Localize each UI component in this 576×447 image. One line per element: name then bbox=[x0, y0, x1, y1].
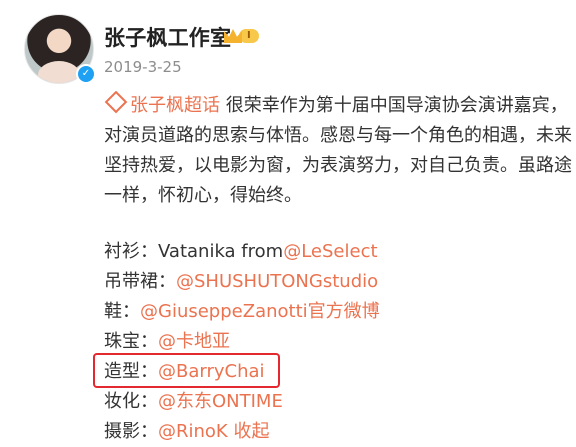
credits-list: 衬衫：Vatanika from@LeSelect 吊带裙：@SHUSHUTON… bbox=[104, 237, 574, 447]
credit-label: 珠宝： bbox=[104, 331, 158, 352]
mention-link[interactable]: @RinoK 收起 bbox=[158, 421, 269, 442]
highlight-annotation-box bbox=[93, 353, 280, 388]
credit-label: 妆化： bbox=[104, 391, 158, 412]
super-topic-link[interactable]: 张子枫超话 bbox=[130, 95, 220, 116]
credit-row: 妆化：@东东ONTIME bbox=[104, 387, 574, 417]
post-line-1: 张子枫超话 很荣幸作为第十届中国导演协会演讲嘉宾， bbox=[104, 91, 574, 121]
post-line-4: 一样，怀初心，得始终。 bbox=[104, 185, 302, 206]
credit-prefix: Vatanika from bbox=[158, 241, 284, 262]
post-line-1-text: 很荣幸作为第十届中国导演协会演讲嘉宾， bbox=[220, 95, 568, 116]
post-date[interactable]: 2019-3-25 bbox=[104, 58, 182, 76]
mention-link[interactable]: @卡地亚 bbox=[158, 331, 230, 352]
mention-link[interactable]: @GiuseppeZanotti官方微博 bbox=[140, 301, 380, 322]
post-line-3: 坚持热爱，以电影为窗，为表演努力，对自己负责。虽路途 bbox=[104, 155, 572, 176]
credit-label: 鞋： bbox=[104, 301, 140, 322]
super-topic-icon bbox=[104, 91, 128, 114]
credit-row: 摄影：@RinoK 收起 bbox=[104, 417, 574, 447]
credit-row: 吊带裙：@SHUSHUTONGstudio bbox=[104, 267, 574, 297]
mention-link[interactable]: @SHUSHUTONGstudio bbox=[176, 271, 378, 292]
credit-row: 鞋：@GiuseppeZanotti官方微博 bbox=[104, 297, 574, 327]
credit-label: 衬衫： bbox=[104, 241, 158, 262]
mention-link[interactable]: @LeSelect bbox=[283, 241, 377, 262]
user-name[interactable]: 张子枫工作室 bbox=[104, 22, 231, 52]
post-line-2: 对演员道路的思索与体悟。感恩与每一个角色的相遇，未来 bbox=[104, 125, 572, 146]
credit-label: 吊带裙： bbox=[104, 271, 176, 292]
verified-icon: ✓ bbox=[76, 64, 96, 84]
credit-row: 衬衫：Vatanika from@LeSelect bbox=[104, 237, 574, 267]
credit-label: 摄影： bbox=[104, 421, 158, 442]
mention-link[interactable]: @东东ONTIME bbox=[158, 391, 283, 412]
post-text: 张子枫超话 很荣幸作为第十届中国导演协会演讲嘉宾， 对演员道路的思索与体悟。感恩… bbox=[104, 91, 574, 211]
vip-badge[interactable]: I bbox=[224, 27, 259, 45]
